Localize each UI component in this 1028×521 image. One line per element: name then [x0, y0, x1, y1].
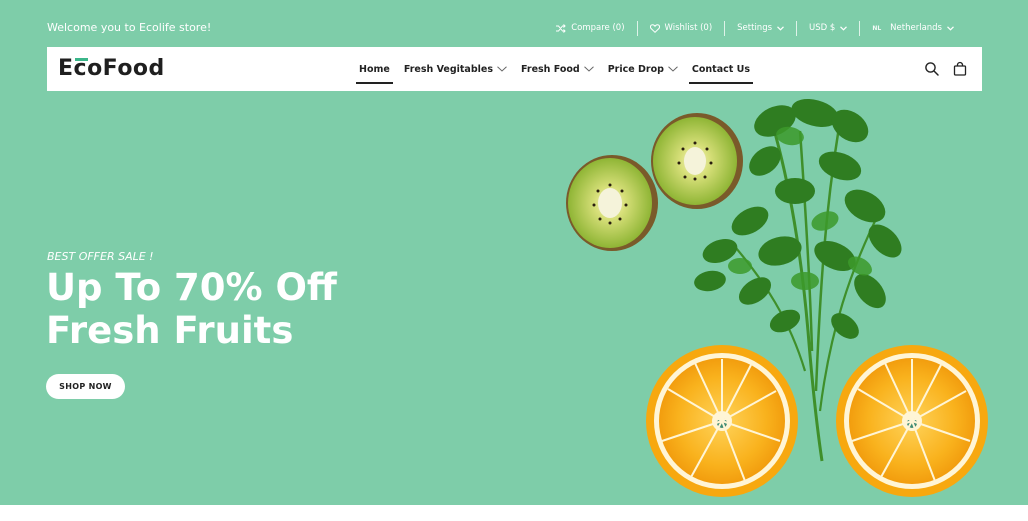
language-label: Netherlands	[890, 23, 942, 33]
wishlist-link[interactable]: Wishlist (0)	[638, 20, 725, 36]
chevron-down-icon	[583, 66, 594, 72]
menu-item-label: Fresh Vegitables	[403, 63, 494, 75]
chevron-down-icon	[840, 25, 848, 31]
chevron-down-icon	[947, 25, 954, 31]
chevron-down-icon	[777, 25, 784, 31]
currency-label: USD $	[809, 23, 836, 33]
offer-tagline: BEST OFFER SALE !	[47, 250, 154, 263]
kiwi-slices	[566, 113, 743, 251]
wishlist-label: Wishlist (0)	[664, 23, 713, 33]
compare-link[interactable]: Compare (0)	[544, 20, 636, 36]
top-bar: Welcome you to Ecolife store! Compare (0…	[0, 0, 1028, 46]
hero-produce-image	[566, 98, 988, 497]
hero-banner: Welcome you to Ecolife store! Compare (0…	[0, 0, 1028, 505]
menu-item-label: Home	[359, 63, 390, 75]
language-dropdown[interactable]: NL Netherlands	[860, 20, 966, 36]
compare-label: Compare (0)	[571, 23, 625, 33]
heart-icon	[649, 23, 660, 33]
shuffle-icon	[556, 23, 566, 33]
top-links: Compare (0) Wishlist (0) Settings USD $	[544, 20, 966, 36]
hero-headline: Up To 70% Off Fresh Fruits	[46, 266, 337, 352]
language-code: NL	[872, 24, 882, 32]
main-navbar: EcoFood Home Fresh Vegitables Fresh Food…	[47, 47, 982, 91]
menu-item-label: Contact Us	[691, 63, 750, 75]
chevron-down-icon	[497, 66, 507, 72]
headline-line-1: Up To 70% Off	[46, 266, 337, 309]
menu-item-fresh-food[interactable]: Fresh Food	[514, 47, 601, 91]
menu-item-label: Price Drop	[607, 63, 664, 75]
nav-icons	[924, 61, 968, 77]
settings-label: Settings	[737, 23, 773, 33]
menu-item-price-drop[interactable]: Price Drop	[601, 47, 685, 91]
currency-dropdown[interactable]: USD $	[797, 20, 859, 36]
chevron-down-icon	[668, 66, 678, 72]
logo-accent-bar	[75, 58, 88, 61]
search-icon[interactable]	[924, 61, 940, 77]
headline-line-2: Fresh Fruits	[46, 309, 294, 352]
menu-item-label: Fresh Food	[521, 63, 580, 75]
menu-item-contact-us[interactable]: Contact Us	[685, 47, 757, 91]
menu-item-home[interactable]: Home	[352, 47, 397, 91]
main-menu: Home Fresh Vegitables Fresh Food Price D…	[352, 47, 757, 91]
settings-dropdown[interactable]: Settings	[725, 20, 796, 36]
welcome-text: Welcome you to Ecolife store!	[47, 21, 212, 34]
shop-now-button[interactable]: SHOP NOW	[46, 374, 125, 399]
menu-item-fresh-vegitables[interactable]: Fresh Vegitables	[397, 47, 514, 91]
shopping-bag-icon[interactable]	[952, 61, 968, 77]
